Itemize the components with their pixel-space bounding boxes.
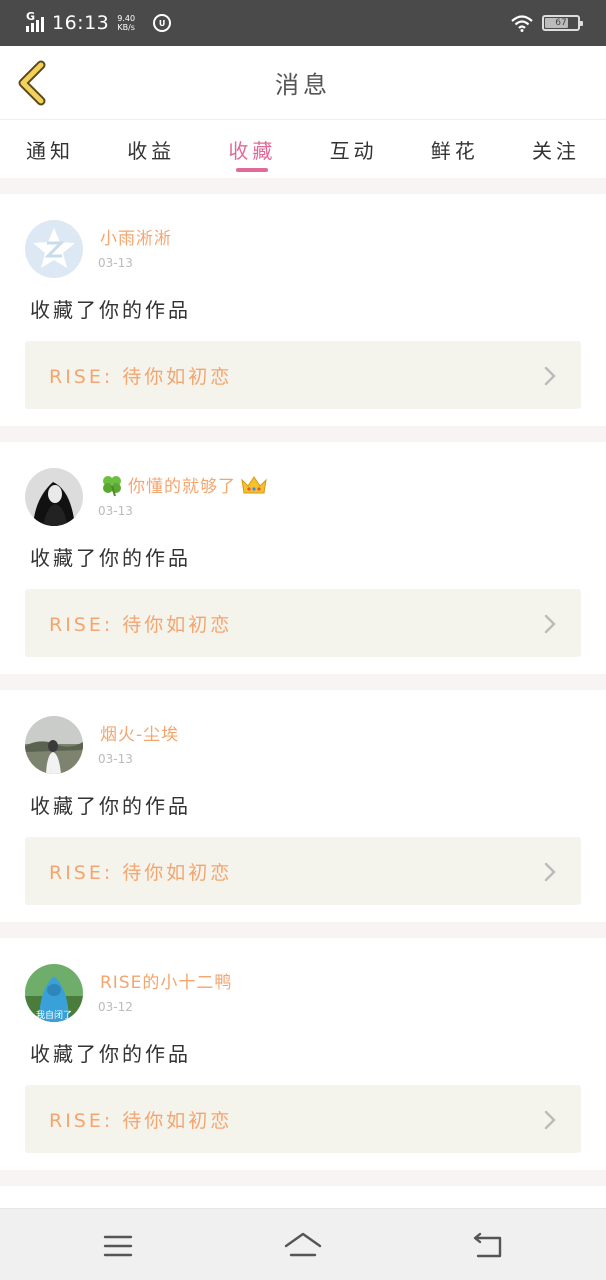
home-icon — [284, 1232, 322, 1257]
tab-favorites[interactable]: 收藏 — [228, 120, 276, 178]
work-link[interactable]: RISE: 待你如初恋 — [25, 589, 581, 657]
action-text: 收藏了你的作品 — [30, 546, 191, 570]
user-photo-icon — [25, 716, 83, 774]
work-title: RISE: 待你如初恋 — [49, 613, 233, 636]
tab-flowers[interactable]: 鲜花 — [431, 120, 479, 178]
item-date: 03-13 — [98, 504, 133, 518]
system-back-button[interactable] — [468, 1229, 508, 1263]
clock: 16:13 — [52, 12, 110, 34]
tab-label: 鲜花 — [430, 138, 479, 163]
navigation-bar: 消息 — [0, 46, 606, 120]
speed-unit: KB/s — [117, 23, 135, 32]
work-link[interactable]: RISE: 待你如初恋 — [25, 341, 581, 409]
user-name[interactable]: 你懂的就够了 — [100, 472, 268, 497]
crown-icon — [241, 475, 267, 493]
list-item: 我自闭了 RISE的小十二鸭 03-12 收藏了你的作品 RISE: 待你如初恋 — [0, 938, 606, 1170]
action-text: 收藏了你的作品 — [30, 794, 191, 818]
status-bar: G 16:13 9.40 KB/s U 67 — [0, 0, 606, 46]
tab-bar: 通知 收益 收藏 互动 鲜花 关注 — [0, 120, 606, 178]
tab-label: 收藏 — [228, 138, 277, 163]
user-name-text: 小雨淅淅 — [100, 229, 172, 249]
list-item: 烟火-尘埃 03-13 收藏了你的作品 RISE: 待你如初恋 — [0, 690, 606, 922]
chevron-right-icon — [544, 1110, 556, 1130]
tab-label: 收益 — [127, 138, 176, 163]
user-name[interactable]: 烟火-尘埃 — [100, 720, 179, 745]
chevron-right-icon — [544, 366, 556, 386]
back-button[interactable] — [14, 60, 50, 106]
chevron-right-icon — [544, 614, 556, 634]
page-title: 消息 — [275, 71, 331, 99]
default-avatar-icon — [25, 220, 83, 278]
menu-icon — [103, 1235, 133, 1257]
item-date: 03-13 — [98, 752, 133, 766]
user-photo-icon: 我自闭了 — [25, 964, 83, 1022]
avatar-caption: 我自闭了 — [36, 1009, 72, 1021]
list-item: 你懂的就够了 03-13 收藏了你的作品 RISE: 待你如初恋 — [0, 442, 606, 674]
back-icon — [473, 1232, 502, 1258]
network-speed: 9.40 KB/s — [117, 14, 135, 32]
item-date: 03-13 — [98, 256, 133, 270]
tab-label: 互动 — [329, 138, 378, 163]
action-text: 收藏了你的作品 — [30, 1042, 191, 1066]
tab-label: 关注 — [531, 138, 580, 163]
tab-interactions[interactable]: 互动 — [330, 120, 378, 178]
chevron-left-icon — [18, 60, 46, 106]
wifi-icon — [511, 15, 533, 32]
chevron-right-icon — [544, 862, 556, 882]
speed-value: 9.40 — [117, 14, 136, 23]
favorites-list: 小雨淅淅 03-13 收藏了你的作品 RISE: 待你如初恋 你懂的就够了 03… — [0, 178, 606, 1246]
work-link[interactable]: RISE: 待你如初恋 — [25, 837, 581, 905]
tab-label: 通知 — [26, 138, 74, 163]
menu-button[interactable] — [98, 1229, 138, 1263]
tab-notifications[interactable]: 通知 — [26, 120, 74, 178]
notification-badge-icon: U — [153, 14, 172, 32]
item-date: 03-12 — [98, 1000, 133, 1014]
avatar[interactable] — [25, 716, 83, 774]
work-title: RISE: 待你如初恋 — [49, 861, 233, 884]
active-tab-indicator — [236, 168, 269, 172]
clover-icon — [103, 475, 121, 496]
action-text: 收藏了你的作品 — [30, 298, 191, 322]
avatar[interactable] — [25, 468, 83, 526]
list-item: 小雨淅淅 03-13 收藏了你的作品 RISE: 待你如初恋 — [0, 194, 606, 426]
avatar[interactable] — [25, 220, 83, 278]
work-title: RISE: 待你如初恋 — [49, 1109, 233, 1132]
work-link[interactable]: RISE: 待你如初恋 — [25, 1085, 581, 1153]
battery-level: 67 — [555, 18, 567, 28]
system-navigation-bar — [0, 1208, 606, 1280]
user-name-text: 你懂的就够了 — [128, 477, 236, 497]
user-name-text: RISE的小十二鸭 — [100, 973, 233, 993]
badge-letter: U — [158, 18, 166, 28]
tab-following[interactable]: 关注 — [532, 120, 580, 178]
signal-icon: G — [26, 10, 44, 32]
work-title: RISE: 待你如初恋 — [49, 365, 233, 388]
user-name[interactable]: RISE的小十二鸭 — [100, 968, 232, 993]
network-type: G — [26, 10, 36, 23]
avatar[interactable]: 我自闭了 — [25, 964, 83, 1022]
battery-icon: 67 — [542, 15, 583, 31]
tab-earnings[interactable]: 收益 — [127, 120, 175, 178]
home-button[interactable] — [283, 1229, 323, 1263]
user-photo-icon — [25, 468, 83, 526]
user-name-text: 烟火-尘埃 — [100, 725, 180, 745]
user-name[interactable]: 小雨淅淅 — [100, 224, 172, 249]
